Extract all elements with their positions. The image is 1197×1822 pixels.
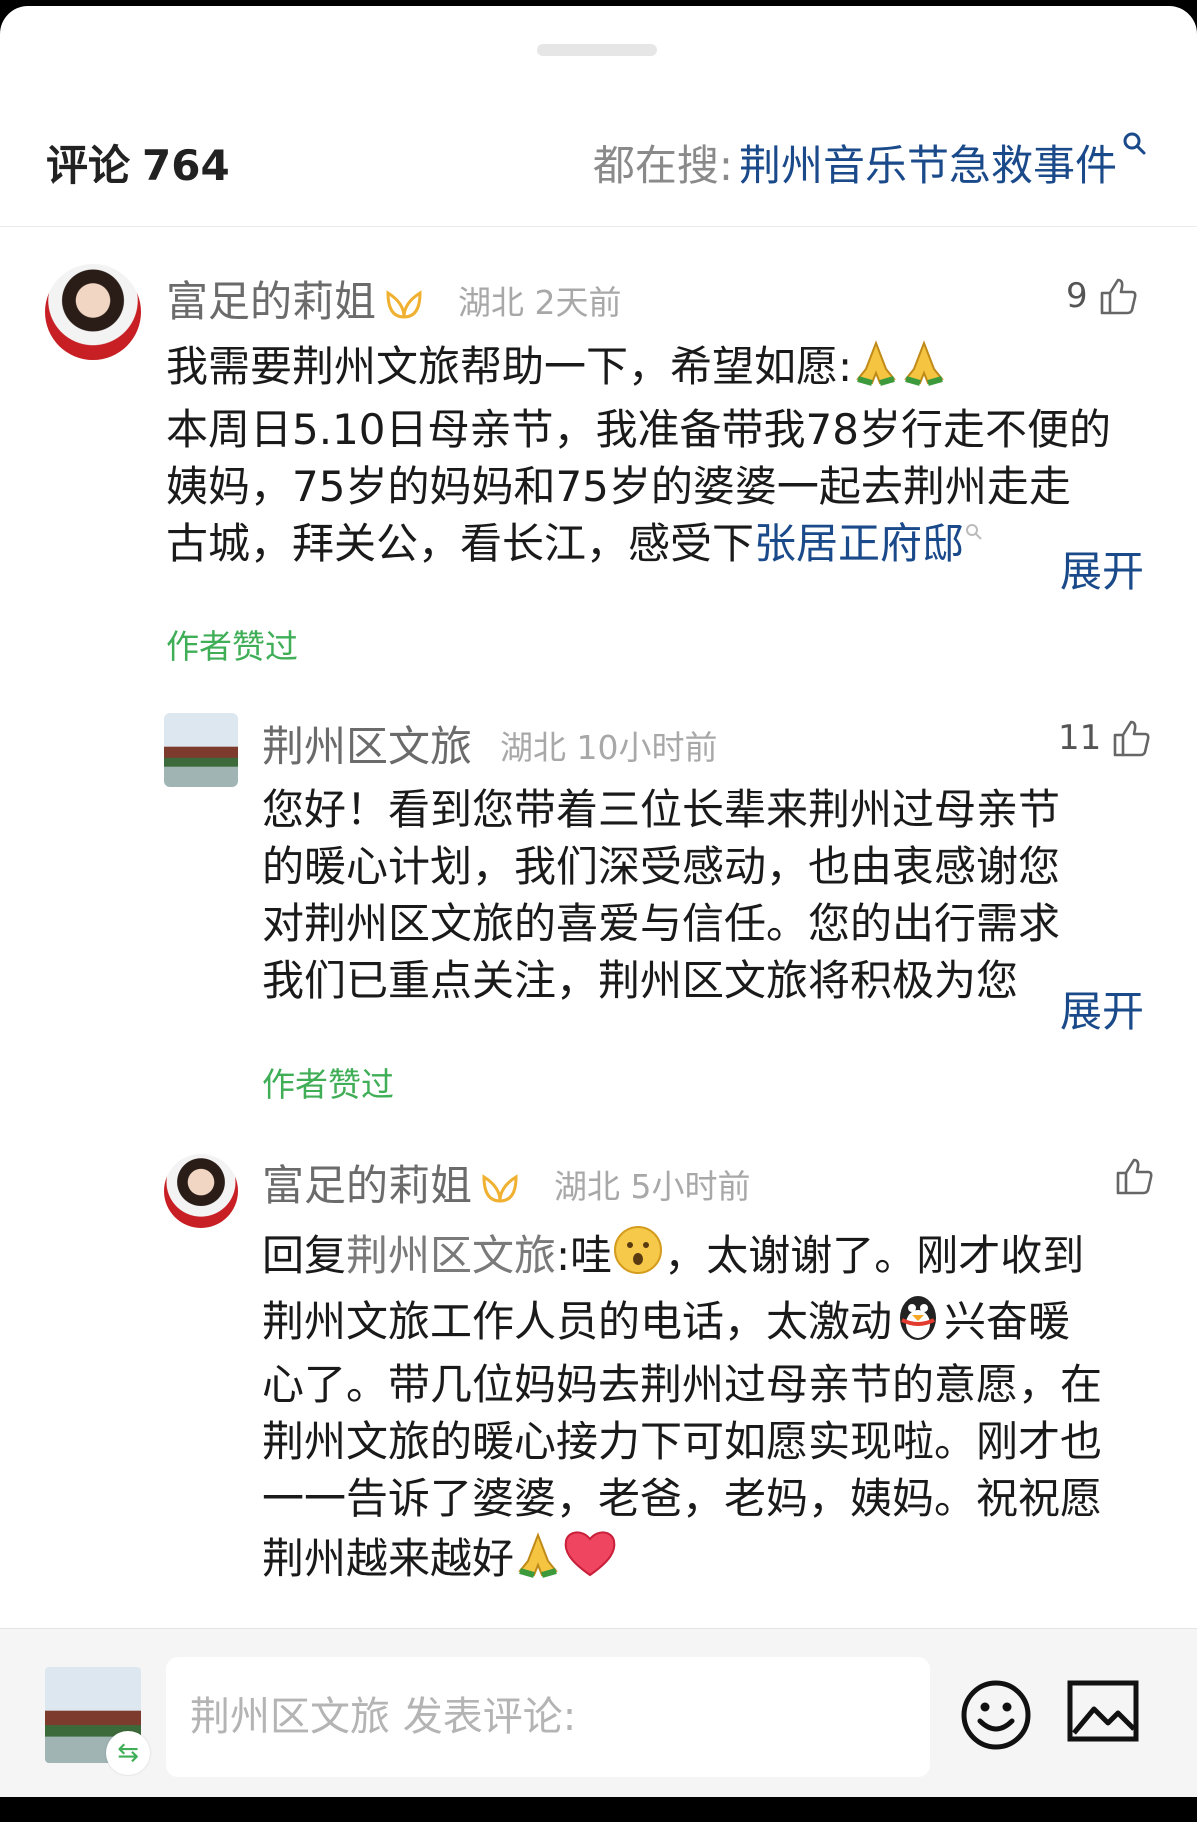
search-icon[interactable] <box>1121 130 1147 156</box>
thumb-up-icon <box>1113 720 1150 757</box>
like-button[interactable] <box>1104 1156 1154 1196</box>
avatar[interactable] <box>164 1154 238 1228</box>
comment-meta: 湖北 10小时前 <box>500 728 718 767</box>
pray-emoji <box>852 339 900 401</box>
pray-emoji <box>900 339 948 401</box>
expand-button[interactable]: 展开 <box>1056 978 1145 1039</box>
comment-composer: ⇆ 荆州区文旅 发表评论: <box>0 1628 1197 1797</box>
author-liked-tag: 作者赞过 <box>166 627 298 666</box>
commenter-name[interactable]: 荆州区文旅 <box>262 713 472 774</box>
like-count: 9 <box>1066 276 1088 316</box>
comment-input[interactable]: 荆州区文旅 发表评论: <box>166 1657 930 1777</box>
surprised-emoji <box>612 1224 664 1290</box>
comment-text: 您好！看到您带着三位长辈来荆州过母亲节 的暖心计划，我们深受感动，也由衷感谢您 … <box>262 785 1061 1005</box>
location-link[interactable]: 张居正府邸 <box>754 519 964 568</box>
sheet-drag-handle[interactable] <box>537 44 657 56</box>
title-label: 评论 <box>46 141 131 190</box>
image-icon[interactable] <box>1066 1679 1140 1745</box>
comment-count: 764 <box>142 141 230 190</box>
comment-meta: 湖北 2天前 <box>458 283 622 322</box>
commenter-name[interactable]: 富足的莉姐 <box>166 268 424 329</box>
swap-icon[interactable]: ⇆ <box>106 1731 150 1775</box>
avatar[interactable] <box>45 264 141 360</box>
vip-badge-icon <box>482 1173 518 1203</box>
heart-emoji <box>562 1527 618 1593</box>
hot-search[interactable]: 都在搜: 荆州音乐节急救事件 <box>593 132 1147 193</box>
penguin-emoji <box>892 1290 944 1356</box>
like-button[interactable]: 11 <box>1058 718 1151 758</box>
thumb-up-icon <box>1100 278 1137 315</box>
hot-search-label: 都在搜: <box>592 141 733 190</box>
comment-text: 我需要荆州文旅帮助一下，希望如愿: 本周日5.10日母亲节，我准备带我78岁行走… <box>166 338 1156 572</box>
hot-search-term[interactable]: 荆州音乐节急救事件 <box>739 132 1117 193</box>
comment-sheet: 评论 764 都在搜: 荆州音乐节急救事件 富足的莉姐 湖北 2天前 9 我需要荆… <box>0 6 1197 1796</box>
avatar[interactable] <box>164 713 238 787</box>
comment-meta: 湖北 5小时前 <box>554 1167 751 1206</box>
vip-badge-icon <box>386 289 422 319</box>
search-icon[interactable] <box>964 522 984 542</box>
like-button[interactable]: 9 <box>1066 276 1138 316</box>
comment-text: 回复荆州区文旅:哇 ，太谢谢了。刚才收到 荆州文旅工作人员的电话，太激动 兴奋暖 心… <box>262 1224 1162 1593</box>
thumb-up-icon <box>1116 1158 1153 1195</box>
comment-header: 评论 764 都在搜: 荆州音乐节急救事件 <box>0 102 1197 227</box>
pray-emoji <box>514 1531 562 1593</box>
comment-count-title: 评论 764 <box>46 132 230 193</box>
commenter-name[interactable]: 富足的莉姐 <box>262 1152 520 1213</box>
author-liked-tag: 作者赞过 <box>262 1065 394 1104</box>
reply-to-link[interactable]: 荆州区文旅 <box>346 1231 556 1280</box>
expand-button[interactable]: 展开 <box>1056 538 1145 599</box>
like-count: 11 <box>1058 718 1102 758</box>
emoji-icon[interactable] <box>958 1677 1034 1753</box>
